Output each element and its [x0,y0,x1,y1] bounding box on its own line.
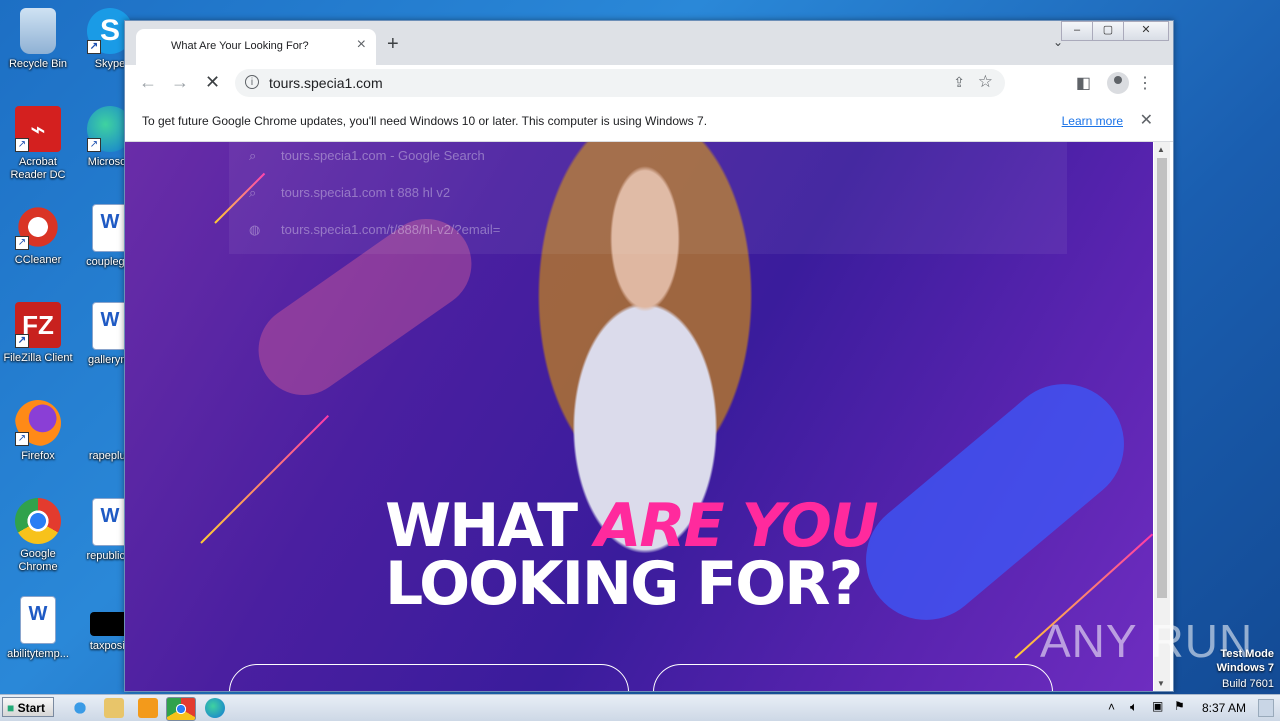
suggestion-item[interactable]: ⌕ tours.specia1.com - Google Search [249,148,485,163]
forward-arrow-icon[interactable]: → [171,72,189,93]
option-button-right[interactable] [653,664,1053,691]
back-arrow-icon[interactable]: ← [139,72,157,93]
desktop-icon-acrobat[interactable]: ⌁ ↗ Acrobat Reader DC [0,106,76,182]
filezilla-icon: FZ ↗ [15,302,61,348]
network-icon[interactable]: ▣ [1152,699,1163,713]
infobar-message: To get future Google Chrome updates, you… [142,114,708,128]
search-icon: ⌕ [249,185,257,200]
site-info-icon[interactable]: i [245,75,259,89]
taskbar: ■ Start ˄ 🔈︎ ▣ ⚑ 8:37 AM [0,694,1280,721]
suggestion-text: tours.specia1.com t 888 hl v2 [281,185,451,200]
desktop-icon-label: Firefox [21,450,55,462]
system-tray: ˄ 🔈︎ ▣ ⚑ 8:37 AM [1100,695,1280,721]
search-icon: ⌕ [249,148,257,163]
suggestion-item[interactable]: ⌕ tours.specia1.com t 888 hl v2 [249,185,451,200]
firefox-icon: ↗ [15,400,61,446]
close-tab-icon[interactable]: × [357,36,366,54]
close-icon[interactable]: ✕ [1140,110,1153,130]
chrome-taskbar-icon[interactable] [166,697,196,721]
decorative-streak [200,415,329,544]
desktop-icon-firefox[interactable]: ↗ Firefox [0,400,76,463]
desktop-icon-label: Google Chrome [18,548,58,573]
start-button[interactable]: ■ Start [2,697,54,717]
bookmark-star-icon[interactable]: ☆ [978,72,993,92]
share-icon[interactable]: ⇪ [953,74,965,91]
word-document-icon: W [20,596,56,644]
ccleaner-icon: ↗ [15,204,61,250]
windows-logo-icon: ■ [7,701,15,715]
profile-avatar-icon[interactable] [1107,72,1129,94]
hero-headline: WHAT ARE YOU LOOKING FOR? [385,496,905,614]
desktop-icon-label: CCleaner [14,254,62,266]
recycle-bin-icon [20,8,56,54]
flag-icon[interactable]: ⚑ [1174,699,1185,713]
window-controls: – ▢ ✕ [1061,21,1169,41]
file-explorer-icon[interactable] [104,698,124,718]
scrollbar-thumb[interactable] [1157,158,1167,598]
volume-icon[interactable]: 🔈︎ [1130,699,1138,715]
maximize-button[interactable]: ▢ [1092,21,1124,41]
tab-strip: What Are Your Looking For? × + ⌄ – ▢ ✕ [125,21,1173,65]
desktop-icon-recycle-bin[interactable]: Recycle Bin [0,8,76,71]
edge-taskbar-icon[interactable] [205,698,225,718]
suggestion-item[interactable]: ◍ tours.specia1.com/t/888/hl-v2/?email= [249,222,501,237]
word-document-icon: W [92,498,128,546]
headline-part: LOOKING FOR? [385,549,863,619]
build-label: Build 7601 [1222,678,1274,690]
new-tab-button[interactable]: + [387,33,399,56]
scroll-down-arrow-icon[interactable]: ▼ [1157,679,1165,688]
show-desktop-button[interactable] [1258,699,1274,717]
desktop-icon-label: Acrobat Reader DC [10,156,66,181]
vertical-scrollbar[interactable]: ▲ ▼ [1154,142,1170,691]
os-label: Windows 7 [1216,662,1274,674]
desktop-icon-ccleaner[interactable]: ↗ CCleaner [0,204,76,267]
option-button-left[interactable] [229,664,629,691]
acrobat-icon: ⌁ ↗ [15,106,61,152]
desktop-icon-chrome[interactable]: Google Chrome [0,498,76,574]
menu-kebab-icon[interactable]: ⋮ [1137,73,1153,93]
test-mode-label: Test Mode [1220,648,1274,660]
desktop-icon-label: FileZilla Client [3,352,73,364]
toolbar: ← → ✕ i tours.specia1.com ⇪ ☆ ◧ ⋮ [125,65,1173,101]
url-text: tours.specia1.com [269,75,383,91]
desktop-icon-label: abilitytemp... [7,648,69,660]
stop-loading-icon[interactable]: ✕ [205,72,220,93]
close-window-button[interactable]: ✕ [1123,21,1169,41]
clock[interactable]: 8:37 AM [1202,701,1246,715]
chrome-window: What Are Your Looking For? × + ⌄ – ▢ ✕ ←… [124,20,1174,692]
address-bar[interactable]: i tours.specia1.com ⇪ ☆ [235,69,1005,97]
omnibox-suggestions-overlay: ⌕ tours.specia1.com - Google Search ⌕ to… [229,142,1067,254]
scroll-up-arrow-icon[interactable]: ▲ [1157,145,1165,154]
suggestion-text: tours.specia1.com/t/888/hl-v2/?email= [281,222,501,237]
desktop-icon-abilitytemp[interactable]: W abilitytemp... [0,596,76,661]
learn-more-link[interactable]: Learn more [1062,114,1123,128]
page-content: ⌕ tours.specia1.com - Google Search ⌕ to… [125,142,1153,691]
tab-active[interactable]: What Are Your Looking For? × [136,29,376,65]
chrome-icon [15,498,61,544]
suggestion-text: tours.specia1.com - Google Search [281,148,485,163]
media-player-icon[interactable] [138,698,158,718]
internet-explorer-icon[interactable] [70,698,90,718]
desktop-icon-label: Skype [94,58,126,70]
tray-expand-icon[interactable]: ˄ [1108,700,1115,714]
word-document-icon: W [92,204,128,252]
word-document-icon: W [92,302,128,350]
tab-title: What Are Your Looking For? [171,40,309,52]
update-infobar: To get future Google Chrome updates, you… [125,101,1173,142]
desktop-icon-filezilla[interactable]: FZ ↗ FileZilla Client [0,302,76,365]
globe-icon: ◍ [249,222,261,237]
side-panel-icon[interactable]: ◧ [1076,73,1091,93]
minimize-button[interactable]: – [1061,21,1093,41]
start-label: Start [17,701,45,715]
desktop-icon-label: Recycle Bin [8,58,68,70]
